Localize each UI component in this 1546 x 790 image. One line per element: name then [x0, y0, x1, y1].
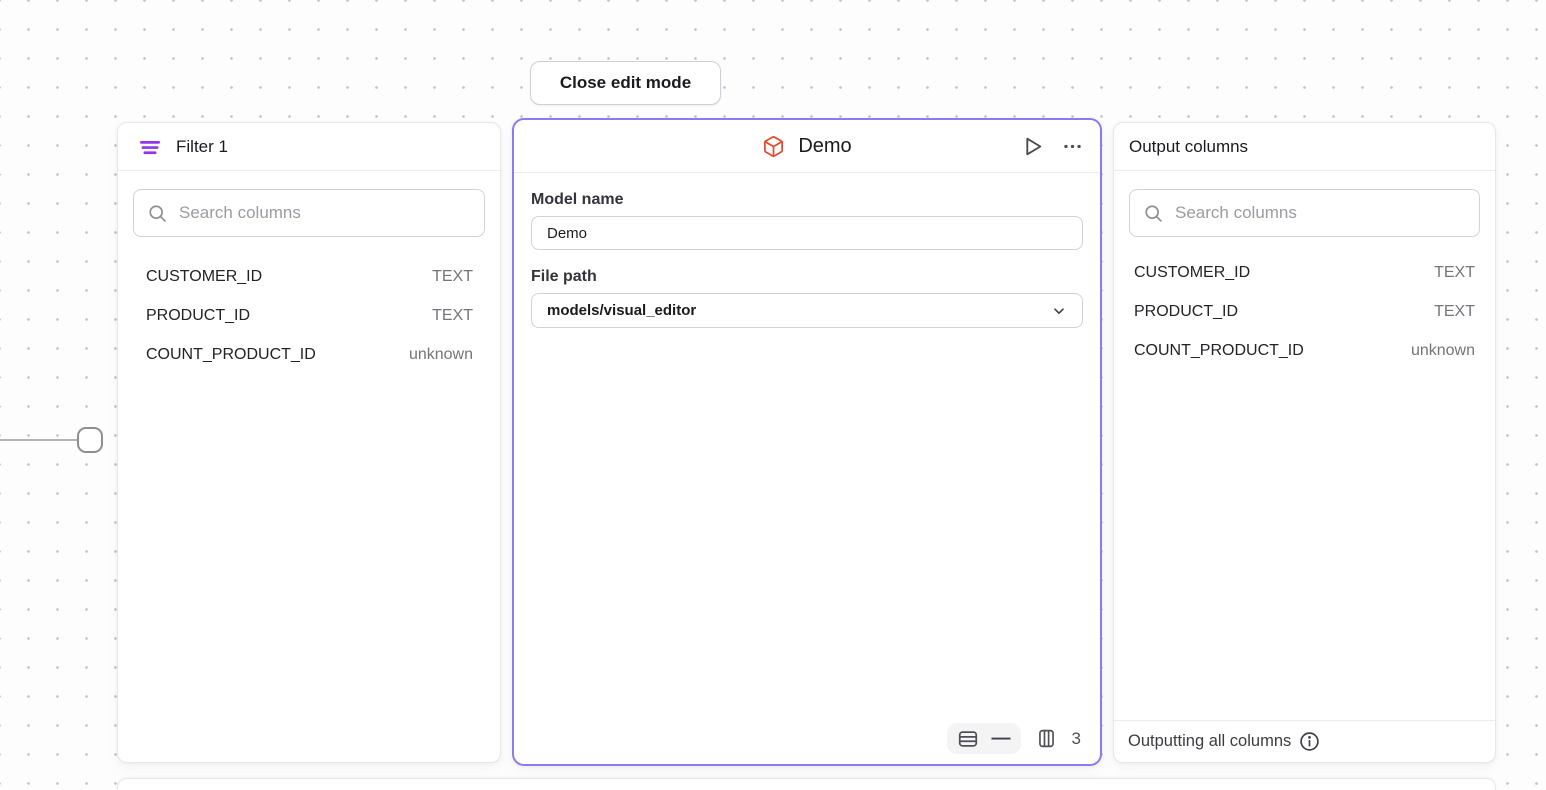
- edge-connector-line: [0, 439, 78, 441]
- model-node-panel[interactable]: Demo: [512, 118, 1102, 766]
- column-name: COUNT_PRODUCT_ID: [146, 346, 316, 364]
- output-panel-footer: Outputting all columns: [1114, 720, 1495, 762]
- column-name: PRODUCT_ID: [146, 307, 250, 325]
- editor-canvas[interactable]: Close edit mode Filter 1: [0, 0, 1546, 790]
- model-panel-header: Demo: [514, 120, 1100, 173]
- column-name: CUSTOMER_ID: [1134, 264, 1250, 282]
- close-edit-mode-button[interactable]: Close edit mode: [530, 61, 721, 105]
- search-icon: [147, 203, 168, 224]
- column-type: TEXT: [1434, 264, 1475, 282]
- cube-icon: [762, 135, 785, 158]
- column-row[interactable]: PRODUCT_ID TEXT: [118, 296, 500, 335]
- output-panel-title: Output columns: [1129, 137, 1248, 157]
- model-panel-body: Model name File path models/visual_edito…: [514, 191, 1100, 328]
- row-count-value: —: [992, 729, 1011, 748]
- filter-panel-title: Filter 1: [176, 137, 228, 157]
- info-icon[interactable]: [1299, 731, 1320, 752]
- row-count-pill[interactable]: —: [947, 723, 1021, 754]
- output-search-input[interactable]: [1175, 203, 1466, 223]
- output-panel-header: Output columns: [1114, 123, 1495, 171]
- column-row[interactable]: COUNT_PRODUCT_ID unknown: [118, 335, 500, 374]
- column-name: PRODUCT_ID: [1134, 303, 1238, 321]
- play-icon: [1020, 134, 1045, 159]
- output-footer-label: Outputting all columns: [1128, 732, 1291, 751]
- output-column-list: CUSTOMER_ID TEXT PRODUCT_ID TEXT COUNT_P…: [1114, 253, 1495, 370]
- model-name-input[interactable]: [531, 216, 1083, 250]
- ellipsis-icon: [1062, 136, 1083, 157]
- output-columns-panel[interactable]: Output columns CUSTOMER_ID TEXT PRODUCT_…: [1113, 122, 1496, 763]
- table-columns-icon: [1036, 728, 1057, 749]
- column-type: unknown: [409, 346, 473, 364]
- filter-panel-header: Filter 1: [118, 123, 500, 171]
- chevron-down-icon: [1051, 303, 1067, 319]
- file-path-select[interactable]: models/visual_editor: [531, 293, 1083, 328]
- column-row[interactable]: COUNT_PRODUCT_ID unknown: [1114, 331, 1495, 370]
- filter-search-box[interactable]: [133, 189, 485, 237]
- column-row[interactable]: CUSTOMER_ID TEXT: [1114, 253, 1495, 292]
- output-search-box[interactable]: [1129, 189, 1480, 237]
- edge-connector-handle[interactable]: [77, 427, 103, 453]
- filter-column-list: CUSTOMER_ID TEXT PRODUCT_ID TEXT COUNT_P…: [118, 257, 500, 374]
- results-panel-edge[interactable]: [117, 778, 1496, 790]
- column-row[interactable]: CUSTOMER_ID TEXT: [118, 257, 500, 296]
- column-type: TEXT: [432, 268, 473, 286]
- filter-search-input[interactable]: [179, 203, 471, 223]
- column-count-value: 3: [1072, 729, 1081, 749]
- model-name-label: Model name: [531, 191, 1083, 209]
- column-row[interactable]: PRODUCT_ID TEXT: [1114, 292, 1495, 331]
- model-panel-title: Demo: [798, 135, 851, 158]
- filter-lines-icon: [138, 135, 162, 159]
- file-path-value: models/visual_editor: [547, 302, 696, 319]
- model-header-actions: [1020, 120, 1083, 172]
- column-type: TEXT: [432, 307, 473, 325]
- column-name: COUNT_PRODUCT_ID: [1134, 342, 1304, 360]
- file-path-label: File path: [531, 268, 1083, 286]
- model-panel-footer: — 3: [947, 723, 1081, 754]
- table-rows-icon: [957, 728, 979, 750]
- column-type: unknown: [1411, 342, 1475, 360]
- column-name: CUSTOMER_ID: [146, 268, 262, 286]
- column-type: TEXT: [1434, 303, 1475, 321]
- search-icon: [1143, 203, 1164, 224]
- more-options-button[interactable]: [1062, 136, 1083, 157]
- filter-node-panel[interactable]: Filter 1 CUSTOMER_ID TEXT PRODUCT_ID TEX…: [117, 122, 501, 763]
- run-model-button[interactable]: [1020, 134, 1045, 159]
